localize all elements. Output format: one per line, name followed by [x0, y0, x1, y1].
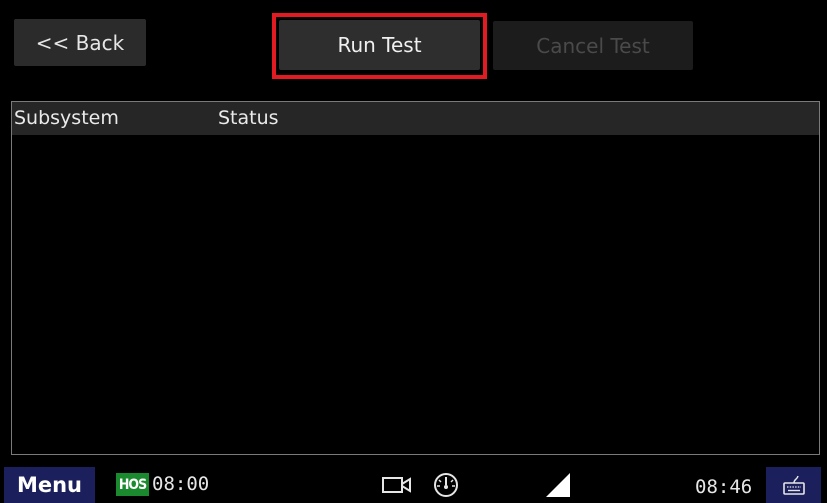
column-header-subsystem: Subsystem	[14, 107, 119, 129]
clock: 08:46	[695, 476, 753, 498]
column-header-status: Status	[218, 107, 279, 129]
camera-icon[interactable]	[381, 475, 413, 495]
cancel-test-button[interactable]: Cancel Test	[493, 21, 693, 70]
hos-time: 08:00	[152, 473, 210, 495]
keyboard-icon	[782, 475, 805, 495]
keyboard-button[interactable]	[766, 467, 821, 503]
subsystem-status-table: Subsystem Status	[11, 101, 820, 455]
signal-icon	[546, 473, 570, 497]
table-header: Subsystem Status	[12, 102, 819, 135]
gauge-icon[interactable]	[433, 472, 459, 498]
run-test-button[interactable]: Run Test	[279, 20, 480, 70]
status-bar: Menu HOS 08:00 08:46	[0, 467, 827, 503]
back-button[interactable]: << Back	[14, 19, 146, 66]
hos-badge: HOS	[116, 473, 149, 496]
diagnostics-screen: << Back Run Test Cancel Test Subsystem S…	[0, 0, 827, 503]
menu-button[interactable]: Menu	[4, 467, 95, 503]
